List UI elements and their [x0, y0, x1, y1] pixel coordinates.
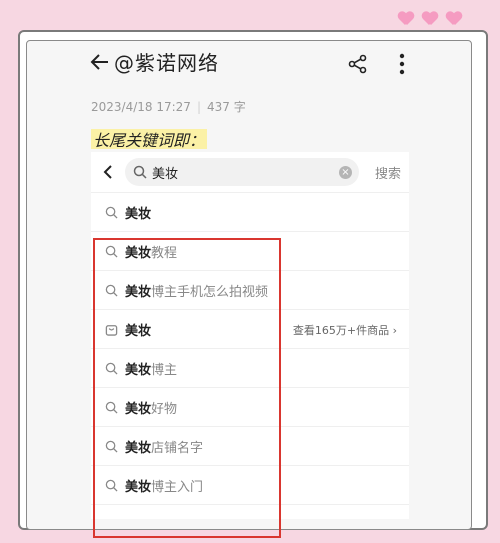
more-options-icon[interactable]	[392, 52, 412, 76]
suggestion-item[interactable]: 美妆	[91, 192, 409, 231]
heart-icon	[446, 12, 462, 26]
search-icon	[133, 165, 147, 179]
view-products-link[interactable]: 查看165万+件商品 ›	[293, 322, 397, 338]
search-button[interactable]: 搜索	[375, 163, 401, 182]
word-count: 437 字	[206, 100, 246, 114]
meta-divider: |	[196, 100, 201, 114]
search-icon	[105, 206, 118, 219]
annotation-highlight-box	[93, 238, 281, 538]
page-title: @紫诺网络	[114, 51, 219, 75]
search-query: 美妆	[152, 167, 179, 182]
highlight-heading: 长尾关键词即：	[91, 127, 208, 151]
top-bar: @紫诺网络	[90, 48, 410, 80]
back-arrow-icon[interactable]	[90, 52, 110, 72]
suggestion-text: 美妆	[125, 207, 152, 222]
share-icon[interactable]	[348, 54, 368, 74]
clear-icon[interactable]: ×	[339, 166, 352, 179]
note-meta: 2023/4/18 17:27 | 437 字	[91, 98, 246, 115]
heart-icon	[398, 12, 414, 26]
search-back-icon[interactable]	[101, 164, 115, 180]
heart-icon	[422, 12, 438, 26]
search-input[interactable]: 美妆 ×	[125, 158, 359, 186]
note-date: 2023/4/18 17:27	[91, 100, 191, 114]
search-row: 美妆 × 搜索	[91, 152, 409, 192]
hearts-decoration	[398, 12, 462, 26]
